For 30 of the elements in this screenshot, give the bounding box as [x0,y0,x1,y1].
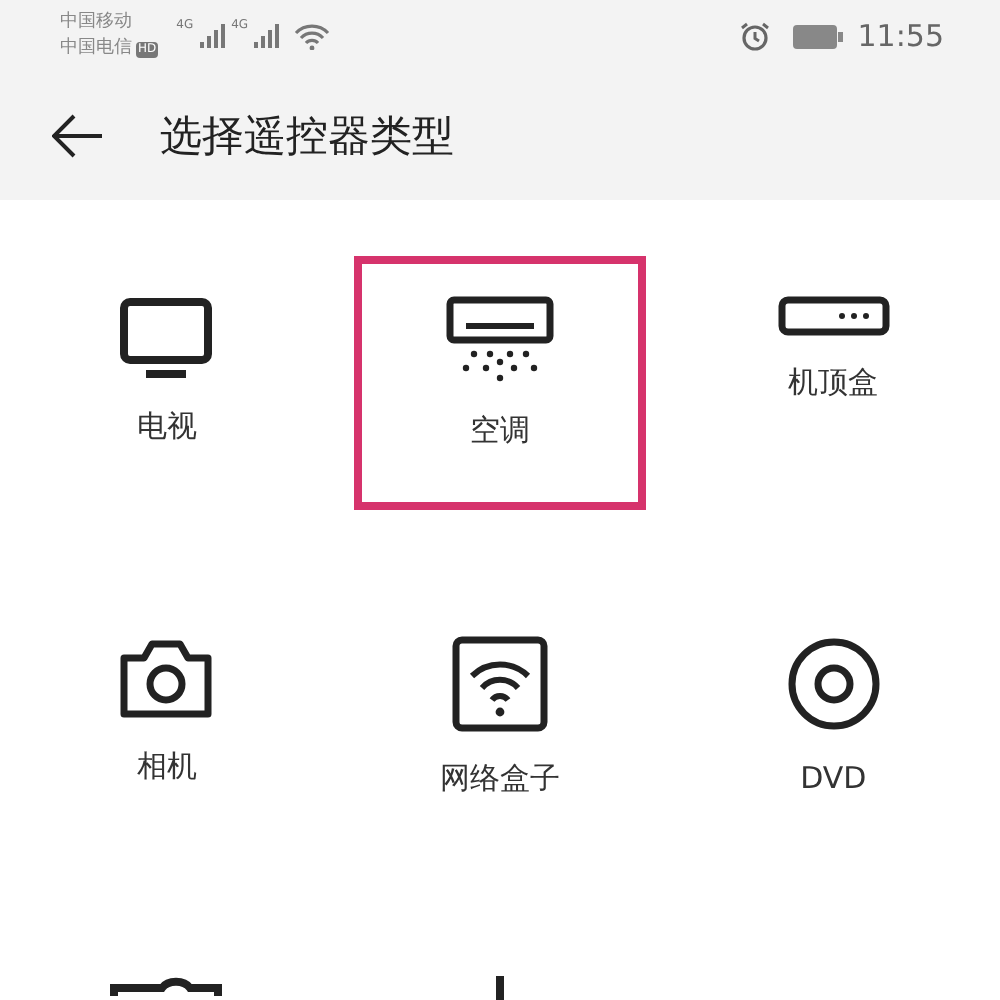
battery-icon [791,23,844,49]
wifi-box-icon [451,636,548,732]
clock-time: 11:55 [857,18,944,54]
air-conditioner-icon [445,296,554,384]
device-option[interactable]: 相机 [20,596,313,850]
device-label: 相机 [136,748,197,786]
device-option[interactable]: 电视 [20,256,313,510]
device-option[interactable]: 空调 [353,256,646,510]
device-label: 电视 [136,408,197,446]
wifi-icon [294,23,331,49]
device-option[interactable]: 机顶盒 [687,256,980,510]
signal-icon [199,24,226,48]
disc-icon [785,636,882,732]
device-option[interactable]: DVD [687,596,980,850]
tv-icon [118,296,215,380]
device-option[interactable]: 网络盒子 [353,596,646,850]
set-top-box-icon [777,296,890,336]
back-arrow-icon[interactable] [52,114,104,158]
carrier-name: 中国电信 [60,36,132,62]
device-label: 空调 [469,412,530,450]
signal-icon [254,24,281,48]
pole-icon [493,976,506,1000]
page-title: 选择遥控器类型 [160,110,454,164]
alarm-icon [739,21,770,51]
device-label: 网络盒子 [439,760,560,798]
device-icon [110,976,223,996]
device-label: 机顶盒 [788,364,879,402]
device-label: DVD [800,760,867,796]
carrier-name: 中国移动 [60,10,134,36]
camera-icon [116,636,217,720]
